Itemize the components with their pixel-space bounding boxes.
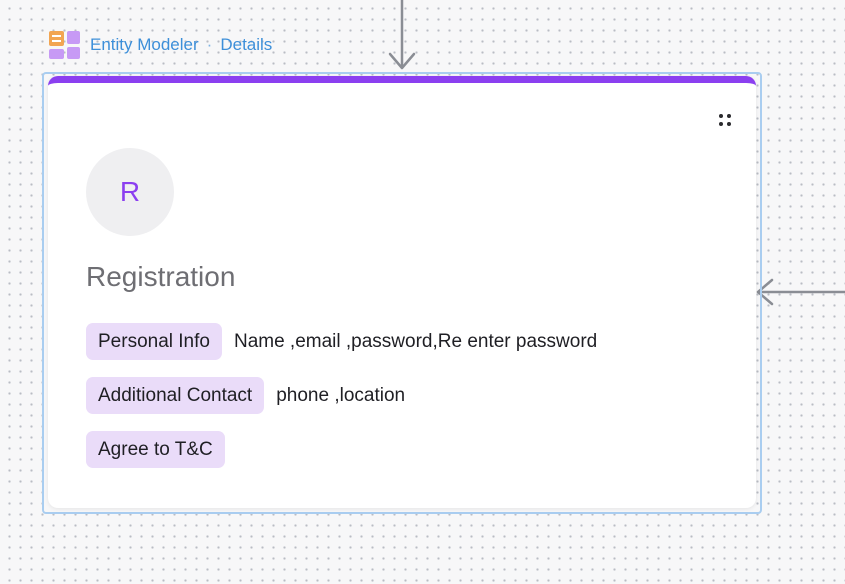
- field-group-row: Additional Contact phone ,location: [86, 377, 597, 414]
- field-group-fields: phone ,location: [276, 384, 406, 406]
- field-group-tag[interactable]: Agree to T&C: [86, 431, 225, 468]
- entity-card-selection[interactable]: R Registration Personal Info Name ,email…: [42, 72, 762, 514]
- entity-modeler-app-icon: [49, 31, 80, 59]
- drag-handle-icon[interactable]: [716, 111, 734, 129]
- arrow-down-icon: [388, 0, 416, 70]
- breadcrumb-separator: ·: [206, 35, 213, 54]
- avatar-initial: R: [119, 176, 141, 207]
- field-group-fields: Name ,email ,password,Re enter password: [233, 330, 598, 352]
- field-group-row: Personal Info Name ,email ,password,Re e…: [86, 323, 597, 360]
- field-group-tag[interactable]: Additional Contact: [86, 377, 265, 414]
- field-group-row: Agree to T&C: [86, 431, 597, 468]
- breadcrumb: Entity Modeler · Details: [48, 30, 272, 60]
- field-group-tag[interactable]: Personal Info: [86, 323, 222, 360]
- field-group-list: Personal Info Name ,email ,password,Re e…: [86, 323, 597, 468]
- breadcrumb-details[interactable]: Details: [220, 35, 272, 55]
- entity-title: Registration: [86, 261, 236, 292]
- arrow-left-icon: [756, 278, 845, 306]
- entity-card[interactable]: R Registration Personal Info Name ,email…: [48, 76, 756, 508]
- breadcrumb-entity-modeler[interactable]: Entity Modeler: [90, 35, 199, 55]
- entity-avatar: R: [86, 148, 174, 236]
